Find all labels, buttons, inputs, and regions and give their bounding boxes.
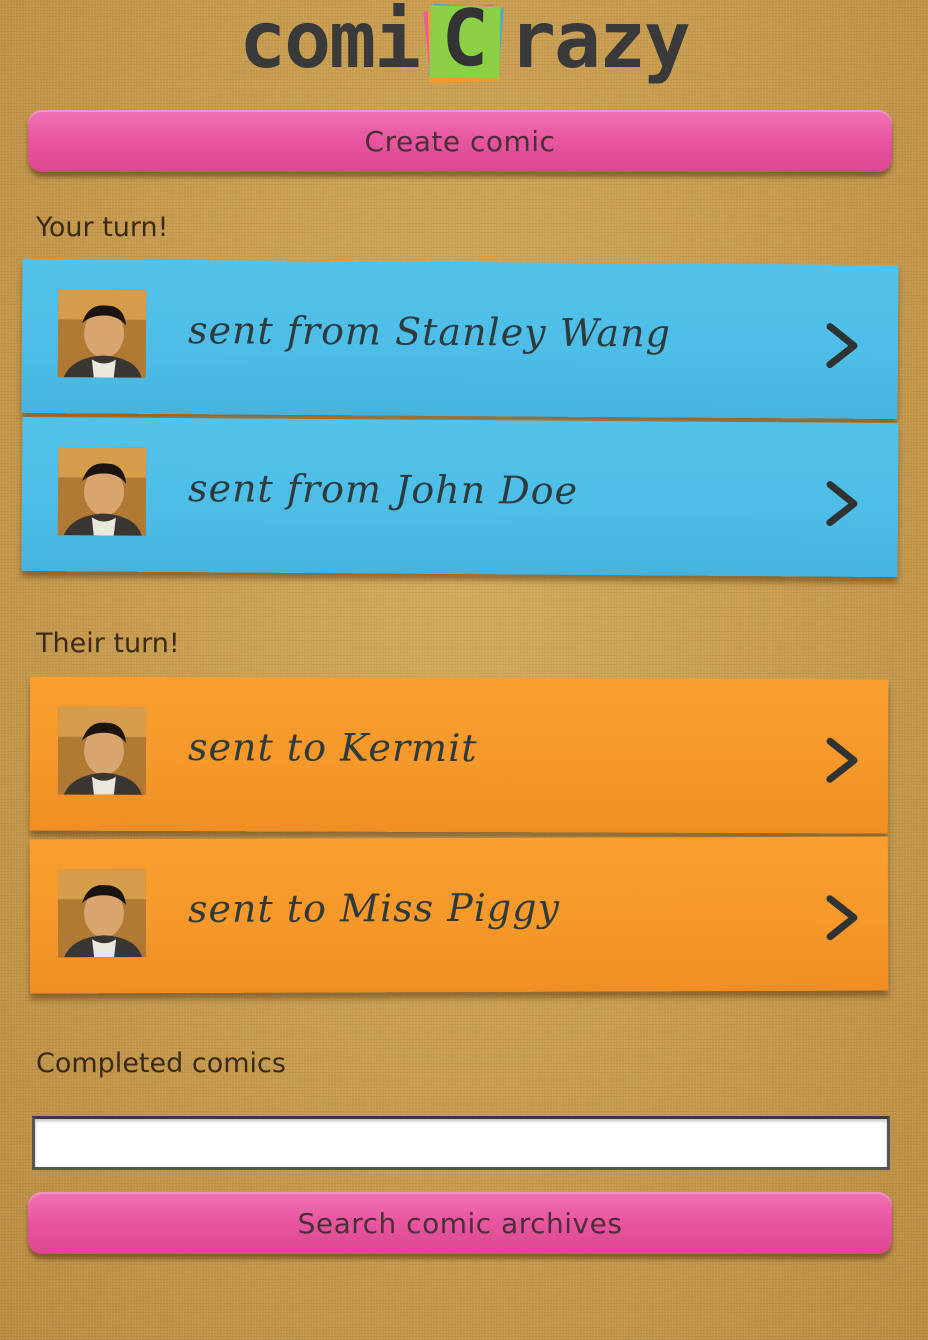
app-logo: comi C razy (0, 0, 928, 96)
search-archives-label: Search comic archives (297, 1206, 623, 1240)
comic-list-item[interactable]: sent from John Doe (21, 416, 899, 578)
logo-left-text: comi (239, 0, 421, 86)
comic-list-item[interactable]: sent from Stanley Wang (21, 258, 899, 420)
their-turn-heading: Their turn! (36, 628, 180, 659)
chevron-right-icon (826, 323, 858, 369)
comic-item-label: sent from John Doe (187, 466, 579, 513)
create-comic-label: Create comic (364, 124, 556, 158)
chevron-right-icon (826, 737, 858, 783)
comic-list-item[interactable]: sent to Miss Piggy (29, 836, 889, 994)
your-turn-heading: Your turn! (36, 212, 169, 243)
chevron-right-icon (826, 481, 858, 527)
logo-right-text: razy (509, 0, 691, 86)
avatar (57, 447, 147, 536)
comic-list-item[interactable]: sent to Kermit (29, 676, 889, 834)
completed-comics-heading: Completed comics (36, 1048, 286, 1079)
logo-center-letter: C (440, 0, 490, 85)
comic-item-label: sent to Kermit (187, 725, 478, 771)
chevron-right-icon (826, 895, 858, 941)
sticky-note-icon: C (423, 0, 505, 86)
create-comic-button[interactable]: Create comic (28, 110, 892, 172)
search-input[interactable] (32, 1116, 890, 1170)
avatar (57, 706, 147, 795)
comic-item-label: sent from Stanley Wang (187, 308, 672, 356)
search-archives-button[interactable]: Search comic archives (28, 1192, 892, 1254)
avatar (57, 289, 147, 378)
avatar (57, 869, 147, 958)
comic-item-label: sent to Miss Piggy (187, 885, 561, 931)
